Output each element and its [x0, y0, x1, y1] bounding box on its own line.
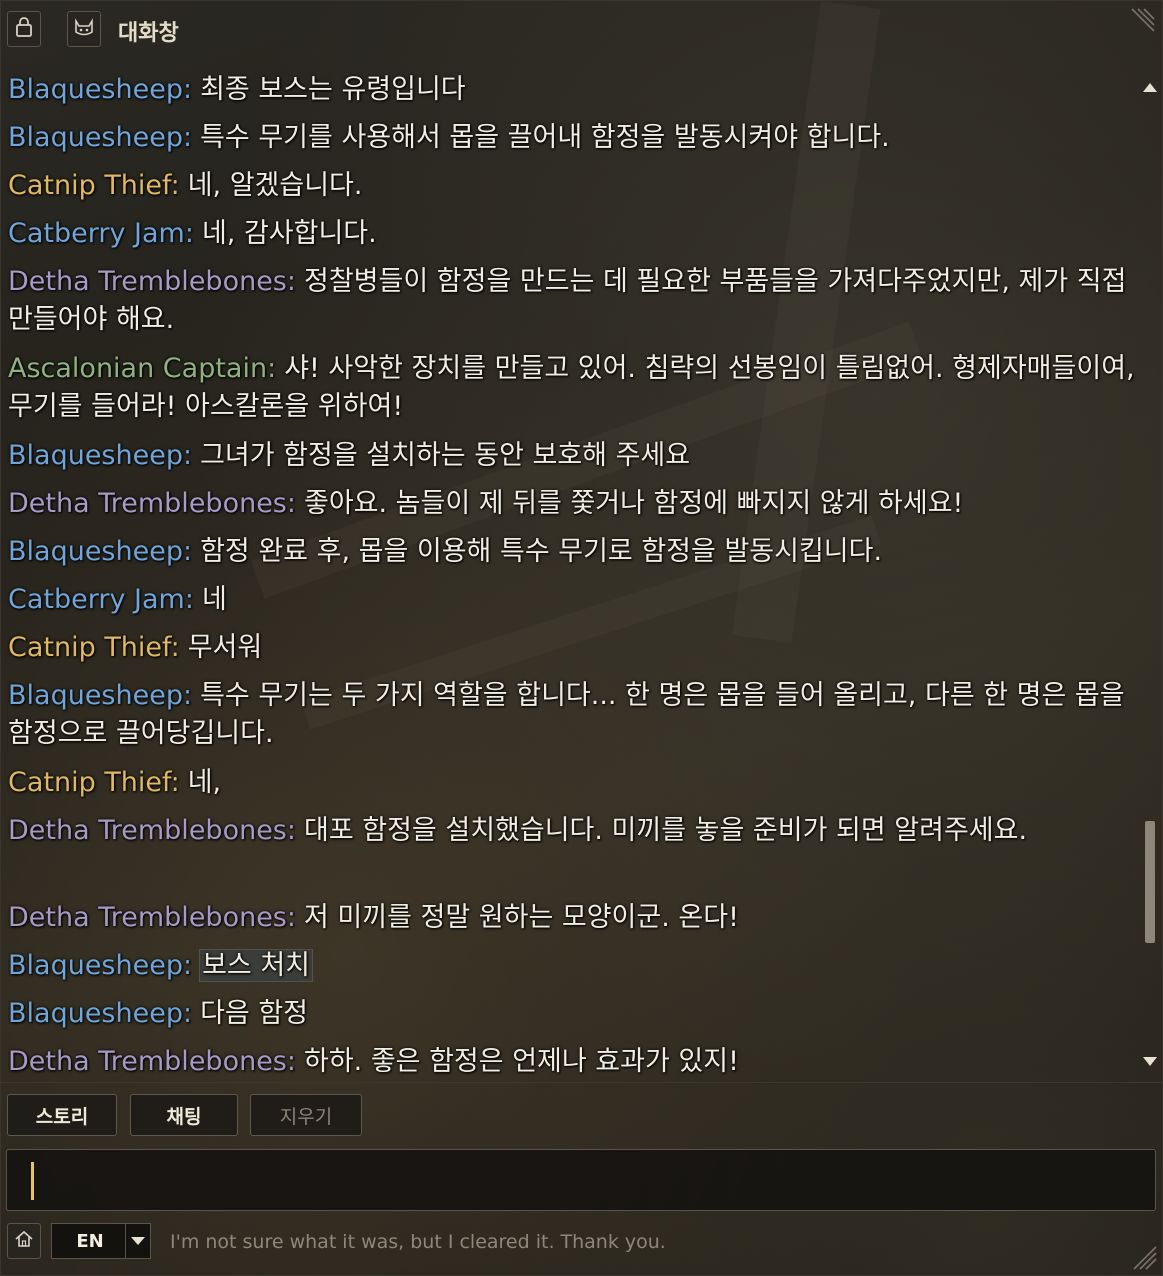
tab-story[interactable]: 스토리 — [7, 1094, 117, 1136]
scroll-down-arrow-icon[interactable] — [1143, 1057, 1157, 1066]
chat-message: Detha Tremblebones: 저 미끼를 정말 원하는 모양이군. 온다… — [8, 899, 1140, 937]
message-text: 다음 함정 — [200, 998, 309, 1029]
message-text: 보스 처치 — [199, 949, 314, 982]
chevron-down-icon — [131, 1237, 145, 1245]
message-speaker[interactable]: Catnip Thief: — [8, 170, 180, 201]
message-speaker[interactable]: Blaquesheep: — [8, 998, 192, 1029]
language-select[interactable]: EN — [51, 1223, 151, 1259]
character-button[interactable] — [67, 11, 101, 47]
chat-message: Blaquesheep: 특수 무기는 두 가지 역할을 합니다... 한 명은 … — [8, 677, 1140, 753]
message-text: 대포 함정을 설치했습니다. 미끼를 놓을 준비가 되면 알려주세요. — [303, 815, 1028, 846]
chat-message: Detha Tremblebones: 정찰병들이 함정을 만드는 데 필요한 부… — [8, 263, 1140, 339]
clear-button[interactable]: 지우기 — [250, 1094, 362, 1136]
home-button[interactable] — [7, 1223, 41, 1259]
message-text: 최종 보스는 유령입니다 — [200, 74, 466, 105]
tab-chat[interactable]: 채팅 — [130, 1094, 238, 1136]
chat-message: Blaquesheep: 함정 완료 후, 몹을 이용해 특수 무기로 함정을 발… — [8, 533, 1140, 571]
language-dropdown-button[interactable] — [125, 1224, 150, 1258]
message-speaker[interactable]: Blaquesheep: — [8, 950, 192, 981]
chat-message: Blaquesheep: 그녀가 함정을 설치하는 동안 보호해 주세요 — [8, 437, 1140, 475]
chat-message: Detha Tremblebones: 좋아요. 놈들이 제 뒤를 쫓거나 함정에… — [8, 485, 1140, 523]
message-text: 특수 무기를 사용해서 몹을 끌어내 함정을 발동시켜야 합니다. — [200, 122, 890, 153]
scroll-thumb[interactable] — [1145, 821, 1155, 943]
message-speaker[interactable]: Blaquesheep: — [8, 122, 192, 153]
chat-message: Blaquesheep: 다음 함정 — [8, 995, 1140, 1033]
message-speaker[interactable]: Detha Tremblebones: — [8, 815, 296, 846]
chat-input[interactable] — [6, 1149, 1156, 1211]
chat-scrollbar[interactable] — [1142, 77, 1158, 1072]
cat-face-icon — [73, 17, 95, 41]
language-value: EN — [76, 1230, 104, 1252]
chat-message: Detha Tremblebones: 대포 함정을 설치했습니다. 미끼를 놓을… — [8, 812, 1140, 850]
lock-icon — [15, 16, 33, 42]
chat-message: Blaquesheep: 특수 무기를 사용해서 몹을 끌어내 함정을 발동시켜야… — [8, 119, 1140, 157]
message-speaker[interactable]: Detha Tremblebones: — [8, 488, 296, 519]
message-text: 그녀가 함정을 설치하는 동안 보호해 주세요 — [200, 440, 691, 471]
message-speaker[interactable]: Catnip Thief: — [8, 632, 180, 663]
message-text: 네, 알겠습니다. — [187, 170, 363, 201]
chat-message: Catnip Thief: 네, 알겠습니다. — [8, 167, 1140, 205]
scroll-up-arrow-icon[interactable] — [1143, 83, 1157, 92]
message-text: 무서워 — [187, 632, 263, 663]
title-bar: 대화창 — [1, 1, 1162, 59]
message-text: 하하. 좋은 함정은 언제나 효과가 있지! — [303, 1046, 739, 1076]
window-title: 대화창 — [118, 21, 179, 46]
message-text: 저 미끼를 정말 원하는 모양이군. 온다! — [303, 902, 739, 933]
resize-grip-icon[interactable] — [1130, 5, 1158, 33]
lock-button[interactable] — [7, 11, 41, 47]
resize-grip-icon[interactable] — [1130, 1243, 1158, 1271]
message-speaker[interactable]: Detha Tremblebones: — [8, 1046, 296, 1076]
chat-window: 대화창 Blaquesheep: 최종 보스는 유령입니다 Blaquesheep… — [0, 0, 1163, 1276]
text-caret — [31, 1162, 34, 1200]
message-text: 함정 완료 후, 몹을 이용해 특수 무기로 함정을 발동시킵니다. — [200, 536, 883, 567]
chat-message: Blaquesheep: 보스 처치 — [8, 947, 1140, 985]
message-speaker[interactable]: Blaquesheep: — [8, 536, 192, 567]
message-speaker[interactable]: Catnip Thief: — [8, 767, 180, 798]
message-text: 좋아요. 놈들이 제 뒤를 쫓거나 함정에 빠지지 않게 하세요! — [303, 488, 964, 519]
chat-message: Catberry Jam: 네 — [8, 581, 1140, 619]
divider — [1, 1082, 1162, 1083]
translation-preview: I'm not sure what it was, but I cleared … — [170, 1231, 666, 1253]
message-speaker[interactable]: Blaquesheep: — [8, 74, 192, 105]
message-speaker[interactable]: Ascalonian Captain: — [8, 353, 276, 384]
message-speaker[interactable]: Detha Tremblebones: — [8, 902, 296, 933]
chat-message: Ascalonian Captain: 샤! 사악한 장치를 만들고 있어. 침략… — [8, 350, 1140, 426]
chat-message: Detha Tremblebones: 하하. 좋은 함정은 언제나 효과가 있지… — [8, 1043, 1140, 1076]
chat-message: Catberry Jam: 네, 감사합니다. — [8, 215, 1140, 253]
message-speaker[interactable]: Detha Tremblebones: — [8, 266, 296, 297]
chat-message: Catnip Thief: 네, — [8, 764, 1140, 802]
chat-message: Blaquesheep: 최종 보스는 유령입니다 — [8, 71, 1140, 109]
message-speaker[interactable]: Catberry Jam: — [8, 584, 194, 615]
message-speaker[interactable]: Blaquesheep: — [8, 680, 192, 711]
home-icon — [14, 1229, 34, 1253]
chat-message: Catnip Thief: 무서워 — [8, 629, 1140, 667]
message-speaker[interactable]: Catberry Jam: — [8, 218, 194, 249]
message-text: 네, 감사합니다. — [201, 218, 377, 249]
message-text: 네, — [187, 767, 222, 798]
message-speaker[interactable]: Blaquesheep: — [8, 440, 192, 471]
message-text: 네 — [201, 584, 227, 615]
chat-log: Blaquesheep: 최종 보스는 유령입니다 Blaquesheep: 특수 … — [1, 71, 1143, 1076]
